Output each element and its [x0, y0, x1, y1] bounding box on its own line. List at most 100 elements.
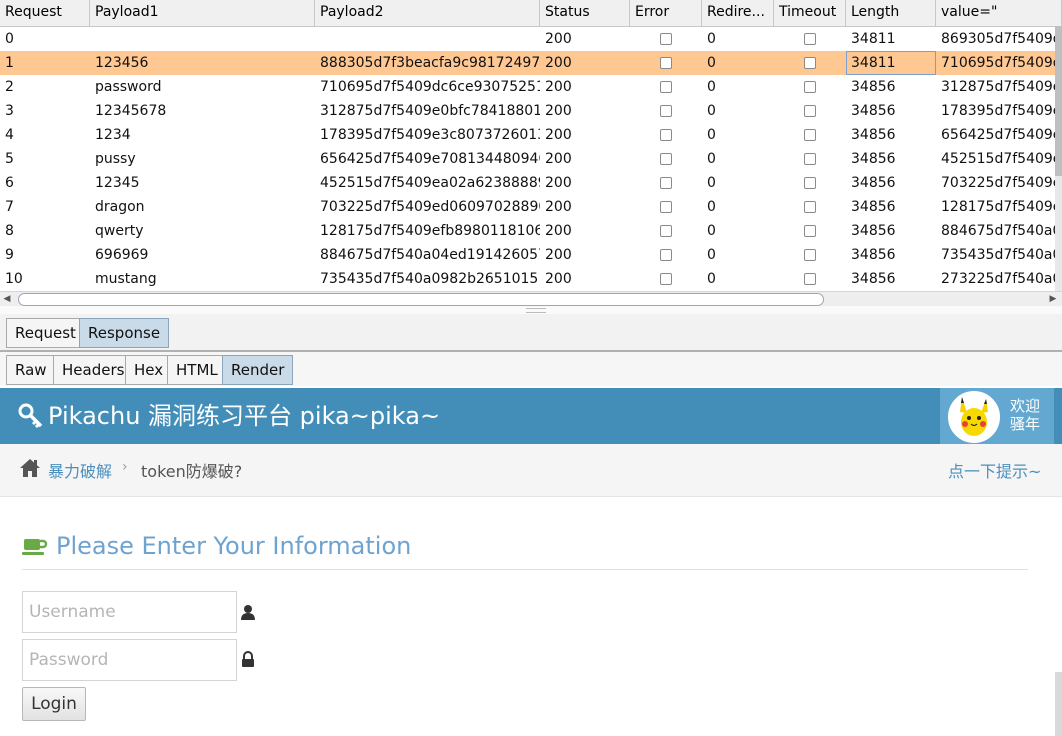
- hint-link[interactable]: 点一下提示~: [948, 458, 1041, 482]
- checkbox-timeout[interactable]: [804, 201, 816, 213]
- tab-response[interactable]: Response: [79, 318, 170, 348]
- column-header-error[interactable]: Error: [630, 0, 702, 26]
- checkbox-error[interactable]: [660, 249, 672, 261]
- checkbox-timeout[interactable]: [804, 273, 816, 285]
- coffee-icon: [22, 539, 48, 555]
- user-menu[interactable]: 欢迎 骚年: [940, 388, 1054, 444]
- checkbox-timeout[interactable]: [804, 33, 816, 45]
- table-horizontal-scrollbar[interactable]: ◀ ▶: [0, 291, 1062, 307]
- breadcrumb-separator-icon: ›: [122, 459, 128, 475]
- checkbox-timeout[interactable]: [804, 105, 816, 117]
- table-row[interactable]: 5 pussy 656425d7f5409e7081344809461 200 0 348…: [0, 147, 1062, 171]
- checkbox-error[interactable]: [660, 81, 672, 93]
- cell-status: 200: [545, 79, 572, 95]
- column-header-timeout[interactable]: Timeout: [774, 0, 846, 26]
- checkbox-timeout[interactable]: [804, 249, 816, 261]
- page-title: Please Enter Your Information: [56, 532, 412, 560]
- checkbox-timeout[interactable]: [804, 81, 816, 93]
- column-header-payload2[interactable]: Payload2: [315, 0, 540, 26]
- checkbox-error[interactable]: [660, 105, 672, 117]
- cell-error: [630, 219, 702, 243]
- cell-request: 6: [5, 175, 14, 191]
- checkbox-error[interactable]: [660, 33, 672, 45]
- cell-value: 703225d7f5409ed: [941, 175, 1062, 191]
- brand[interactable]: Pikachu 漏洞练习平台 pika~pika~: [18, 388, 440, 444]
- cell-redirects: 0: [707, 103, 716, 119]
- column-header-payload1[interactable]: Payload1: [90, 0, 315, 26]
- scrollbar-thumb[interactable]: [18, 293, 824, 306]
- column-header-status[interactable]: Status: [540, 0, 630, 26]
- checkbox-error[interactable]: [660, 153, 672, 165]
- cell-status: 200: [545, 247, 572, 263]
- checkbox-error[interactable]: [660, 273, 672, 285]
- home-icon: [20, 459, 40, 477]
- render-vertical-scrollbar[interactable]: [1055, 672, 1062, 736]
- table-row[interactable]: 9 696969 884675d7f540a04ed1914260577 200 0 34…: [0, 243, 1062, 267]
- table-row[interactable]: 10 mustang 735435d7f540a0982b265101510 200 0…: [0, 267, 1062, 291]
- cell-status: 200: [545, 223, 572, 239]
- scroll-left-arrow-icon[interactable]: ◀: [0, 292, 14, 307]
- table-row[interactable]: 7 dragon 703225d7f5409ed060970288904 200 0 34…: [0, 195, 1062, 219]
- brand-text: Pikachu 漏洞练习平台 pika~pika~: [48, 402, 441, 430]
- tab-html[interactable]: HTML: [167, 355, 227, 385]
- scrollbar-thumb[interactable]: [1055, 26, 1062, 176]
- cell-payload2: 884675d7f540a04ed1914260577: [320, 247, 540, 263]
- cell-error: [630, 243, 702, 267]
- table-row[interactable]: 8 qwerty 128175d7f5409efb89801181068 200 0 34…: [0, 219, 1062, 243]
- cell-status: 200: [545, 175, 572, 191]
- column-header-redirects[interactable]: Redire...: [702, 0, 774, 26]
- checkbox-error[interactable]: [660, 201, 672, 213]
- column-header-length[interactable]: Length: [846, 0, 936, 26]
- cell-status: 200: [545, 55, 572, 71]
- table-row[interactable]: 1 123456 888305d7f3beacfa9c981724977 200 0 34…: [0, 51, 1062, 75]
- tab-hex[interactable]: Hex: [125, 355, 173, 385]
- table-row[interactable]: 3 12345678 312875d7f5409e0bfc784188019 200 0…: [0, 99, 1062, 123]
- checkbox-error[interactable]: [660, 225, 672, 237]
- checkbox-timeout[interactable]: [804, 153, 816, 165]
- cell-length: 34856: [851, 127, 896, 143]
- table-vertical-scrollbar[interactable]: [1055, 26, 1062, 291]
- login-button[interactable]: Login: [22, 687, 86, 721]
- cell-redirects: 0: [707, 31, 716, 47]
- cell-timeout: [774, 195, 846, 219]
- cell-value: 884675d7f540a04: [941, 223, 1062, 239]
- cell-payload2: 128175d7f5409efb89801181068: [320, 223, 540, 239]
- tab-render[interactable]: Render: [222, 355, 294, 385]
- tab-request[interactable]: Request: [6, 318, 85, 348]
- password-input[interactable]: [22, 639, 237, 681]
- splitter-grip-icon[interactable]: [526, 308, 546, 313]
- column-header-value[interactable]: value=": [936, 0, 1062, 26]
- cell-length: 34856: [851, 247, 896, 263]
- checkbox-timeout[interactable]: [804, 57, 816, 69]
- checkbox-error[interactable]: [660, 129, 672, 141]
- cell-redirects: 0: [707, 223, 716, 239]
- table-row[interactable]: 2 password 710695d7f5409dc6ce930752513 200 0…: [0, 75, 1062, 99]
- checkbox-timeout[interactable]: [804, 225, 816, 237]
- checkbox-error[interactable]: [660, 57, 672, 69]
- username-input[interactable]: [22, 591, 237, 633]
- checkbox-timeout[interactable]: [804, 177, 816, 189]
- table-row[interactable]: 4 1234 178395d7f5409e3c80737260137 200 0 3485…: [0, 123, 1062, 147]
- breadcrumb-link-bruteforce[interactable]: 暴力破解: [48, 458, 112, 482]
- cell-redirects: 0: [707, 127, 716, 143]
- cell-value: 656425d7f5409e7: [941, 127, 1062, 143]
- cell-length: 34856: [851, 175, 896, 191]
- column-header-request[interactable]: Request: [0, 0, 90, 26]
- checkbox-timeout[interactable]: [804, 129, 816, 141]
- scroll-right-arrow-icon[interactable]: ▶: [1046, 292, 1060, 307]
- pikachu-avatar-icon: [960, 397, 988, 436]
- cell-error: [630, 267, 702, 291]
- cell-error: [630, 51, 702, 75]
- cell-value: 273225d7f540a0c: [941, 271, 1062, 287]
- pane-splitter[interactable]: [0, 306, 1062, 314]
- cell-status: 200: [545, 127, 572, 143]
- cell-value: 178395d7f5409e3: [941, 103, 1062, 119]
- table-row[interactable]: 6 12345 452515d7f5409ea02a623888899 200 0 348…: [0, 171, 1062, 195]
- cell-payload2: 452515d7f5409ea02a623888899: [320, 175, 540, 191]
- tab-raw[interactable]: Raw: [6, 355, 56, 385]
- cell-error: [630, 123, 702, 147]
- tab-headers[interactable]: Headers: [53, 355, 134, 385]
- cell-length: 34811: [851, 31, 896, 47]
- checkbox-error[interactable]: [660, 177, 672, 189]
- table-row[interactable]: 0 200 0 34811 869305d7f5409d7: [0, 27, 1062, 51]
